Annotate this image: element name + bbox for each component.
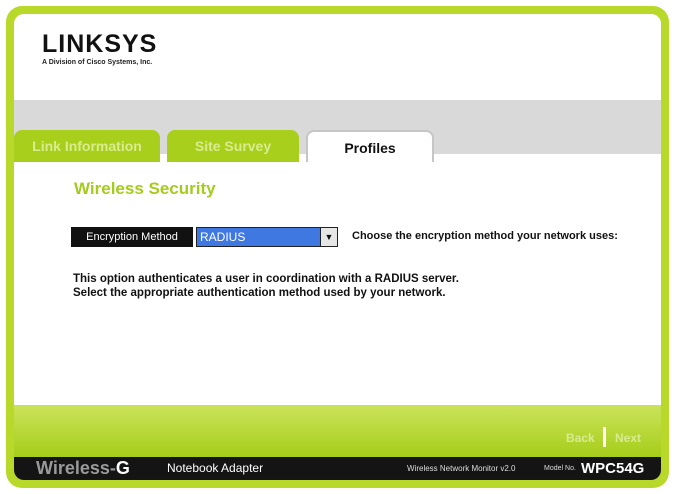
- main-content: Wireless Security Encryption Method RADI…: [14, 162, 661, 405]
- encryption-method-value: RADIUS: [200, 230, 246, 244]
- tab-profiles[interactable]: Profiles: [306, 130, 434, 164]
- product-wireless: Wireless-: [36, 458, 116, 478]
- tab-profiles-label: Profiles: [344, 140, 396, 156]
- back-button[interactable]: Back: [566, 431, 595, 445]
- description: This option authenticates a user in coor…: [73, 272, 459, 300]
- header: LINKSYS A Division of Cisco Systems, Inc…: [14, 14, 661, 100]
- description-line-1: This option authenticates a user in coor…: [73, 273, 459, 285]
- tab-link-information[interactable]: Link Information: [14, 130, 160, 162]
- next-button[interactable]: Next: [615, 431, 641, 445]
- monitor-version: Wireless Network Monitor v2.0: [407, 464, 516, 473]
- page-title: Wireless Security: [74, 179, 216, 198]
- logo-subtitle: A Division of Cisco Systems, Inc.: [42, 59, 153, 66]
- tab-site-survey[interactable]: Site Survey: [167, 130, 299, 162]
- linksys-logo: LINKSYS A Division of Cisco Systems, Inc…: [42, 30, 158, 67]
- encryption-method-label: Encryption Method: [71, 227, 193, 247]
- footer: Wireless-G Notebook Adapter Wireless Net…: [14, 457, 661, 480]
- product-g: G: [115, 458, 130, 478]
- tab-link-information-label: Link Information: [32, 138, 142, 154]
- description-line-2: Select the appropriate authentication me…: [73, 287, 446, 299]
- product-type: Notebook Adapter: [167, 461, 264, 475]
- window-body: LINKSYS A Division of Cisco Systems, Inc…: [14, 14, 661, 480]
- navigation-bar: Back Next: [14, 405, 661, 457]
- window-frame: LINKSYS A Division of Cisco Systems, Inc…: [6, 6, 669, 488]
- dropdown-arrow-icon[interactable]: ▼: [320, 228, 337, 246]
- logo-text: LINKSYS: [42, 30, 158, 58]
- nav-divider: [603, 427, 606, 447]
- encryption-method-select[interactable]: RADIUS ▼: [196, 227, 338, 247]
- encryption-instructions: Choose the encryption method your networ…: [352, 230, 618, 242]
- model-number: WPC54G: [581, 460, 645, 477]
- tab-site-survey-label: Site Survey: [194, 138, 272, 154]
- model-number-label: Model No.: [544, 465, 576, 472]
- product-name: Wireless-G: [36, 457, 130, 480]
